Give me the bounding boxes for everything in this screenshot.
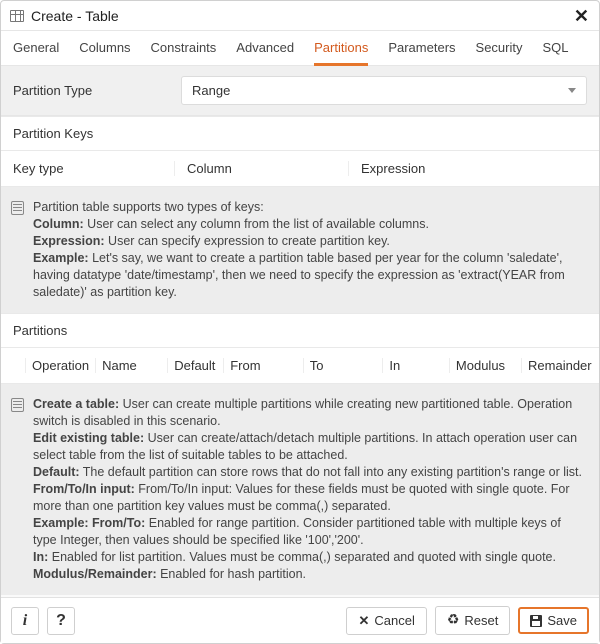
- tab-sql[interactable]: SQL: [543, 40, 569, 66]
- partition-type-value: Range: [192, 83, 230, 98]
- close-icon[interactable]: ✕: [574, 9, 589, 23]
- info-partitions: Create a table: User can create multiple…: [1, 384, 599, 595]
- col-modulus: Modulus: [449, 358, 521, 373]
- partition-keys-grid-header: Key type Column Expression: [1, 151, 599, 187]
- cancel-button[interactable]: ✕ Cancel: [346, 607, 426, 635]
- partition-type-select[interactable]: Range: [181, 76, 587, 105]
- dialog-titlebar: Create - Table ✕: [1, 1, 599, 31]
- partition-type-label: Partition Type: [13, 83, 181, 98]
- tab-general[interactable]: General: [13, 40, 59, 66]
- col-in: In: [382, 358, 449, 373]
- reset-button[interactable]: ♻ Reset: [435, 606, 511, 635]
- help-button[interactable]: ?: [47, 607, 75, 635]
- create-table-dialog: Create - Table ✕ General Columns Constra…: [0, 0, 600, 644]
- note-icon: [11, 398, 24, 412]
- tab-parameters[interactable]: Parameters: [388, 40, 455, 66]
- table-icon: [10, 10, 24, 22]
- tab-security[interactable]: Security: [476, 40, 523, 66]
- tab-partitions[interactable]: Partitions: [314, 40, 368, 66]
- partition-keys-header: Partition Keys: [1, 116, 599, 151]
- cancel-x-icon: ✕: [358, 613, 369, 629]
- info-text: Partition table supports two types of ke…: [33, 199, 587, 301]
- tabs: General Columns Constraints Advanced Par…: [1, 31, 599, 66]
- col-key-type: Key type: [1, 161, 174, 176]
- col-remainder: Remainder: [521, 358, 599, 373]
- save-button[interactable]: Save: [518, 607, 589, 634]
- note-icon: [11, 201, 24, 215]
- tab-columns[interactable]: Columns: [79, 40, 130, 66]
- partitions-header: Partitions: [1, 313, 599, 348]
- tab-advanced[interactable]: Advanced: [236, 40, 294, 66]
- dialog-title: Create - Table: [31, 8, 574, 24]
- col-expression: Expression: [348, 161, 599, 176]
- caret-down-icon: [568, 88, 576, 93]
- save-icon: [530, 615, 542, 627]
- dialog-body: Partition Type Range Partition Keys Key …: [1, 66, 599, 597]
- info-partition-keys: Partition table supports two types of ke…: [1, 187, 599, 313]
- partitions-grid-header: Operation Name Default From To In Modulu…: [1, 348, 599, 384]
- col-to: To: [303, 358, 383, 373]
- col-column: Column: [174, 161, 348, 176]
- info-text: Create a table: User can create multiple…: [33, 396, 587, 583]
- info-button[interactable]: i: [11, 607, 39, 635]
- col-operation: Operation: [25, 358, 95, 373]
- dialog-footer: i ? ✕ Cancel ♻ Reset Save: [1, 597, 599, 643]
- col-from: From: [223, 358, 303, 373]
- tab-constraints[interactable]: Constraints: [151, 40, 217, 66]
- reset-icon: ♻: [447, 611, 460, 628]
- col-default: Default: [167, 358, 223, 373]
- col-name: Name: [95, 358, 167, 373]
- partition-type-row: Partition Type Range: [1, 66, 599, 116]
